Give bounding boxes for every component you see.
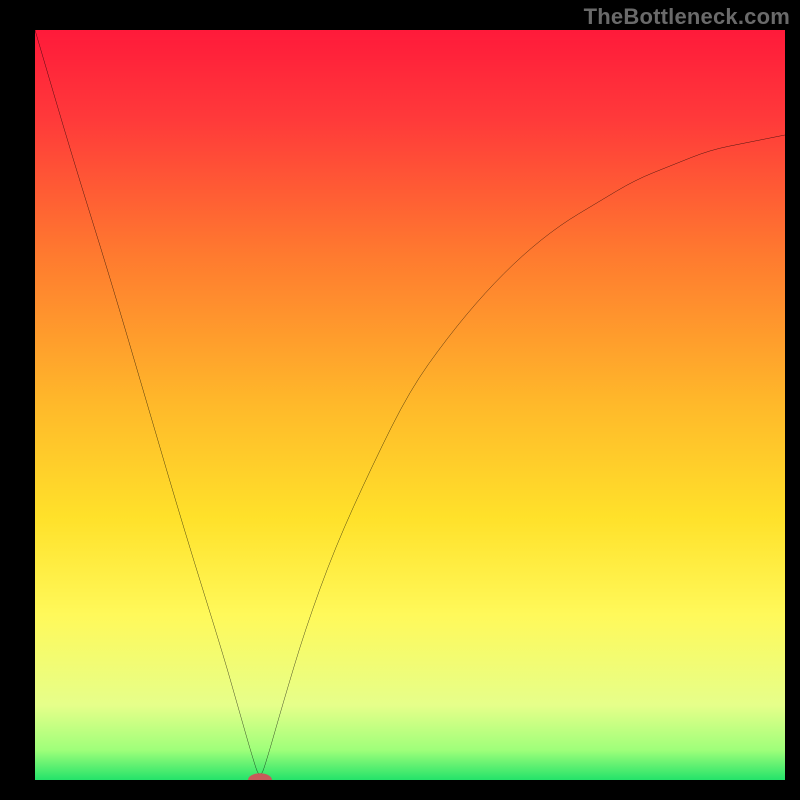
chart-plot — [35, 30, 785, 780]
chart-frame: TheBottleneck.com — [0, 0, 800, 800]
watermark-text: TheBottleneck.com — [584, 4, 790, 30]
